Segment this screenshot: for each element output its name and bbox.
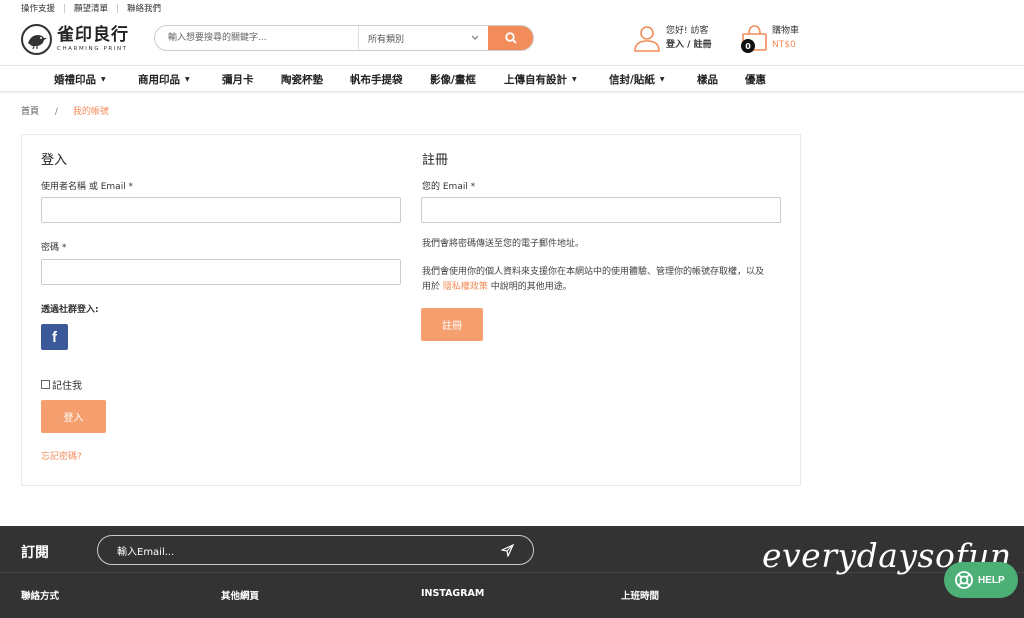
forgot-password-link[interactable]: 忘記密碼? bbox=[41, 449, 82, 462]
footer-hours: 上班時間 bbox=[621, 591, 660, 602]
site-header: 雀印良行 CHARMING PRINT 所有類別 您好! 訪客 登入 / 註冊 … bbox=[0, 16, 1024, 65]
username-label: 使用者名稱 或 Email * bbox=[41, 182, 134, 192]
greeting: 您好! 訪客 bbox=[666, 26, 709, 36]
top-utility-bar: 操作支援 願望清單 聯絡我們 bbox=[0, 0, 1024, 16]
nav-item-envelope-sticker[interactable]: 信封/貼紙 ▼ bbox=[609, 72, 664, 87]
subscribe-title: 訂閱 bbox=[21, 545, 49, 561]
privacy-policy-link[interactable]: 隱私權政策 bbox=[443, 282, 488, 292]
cart-text: 購物車 NT$0 bbox=[772, 24, 799, 52]
caret-down-icon: ▼ bbox=[101, 76, 106, 83]
nav-item-samples[interactable]: 樣品 bbox=[697, 72, 718, 87]
caret-down-icon: ▼ bbox=[572, 76, 577, 83]
main-nav: 婚禮印品 ▼ 商用印品 ▼ 彌月卡 陶瓷杯墊 帆布手提袋 影像/畫框 上傳自有設計 ▼… bbox=[0, 65, 1024, 92]
search-button[interactable] bbox=[488, 26, 533, 50]
register-email-input[interactable] bbox=[421, 197, 781, 223]
category-select[interactable]: 所有類別 bbox=[358, 26, 488, 50]
category-value: 所有類別 bbox=[368, 34, 405, 45]
remember-label: 記住我 bbox=[52, 381, 82, 392]
facebook-icon: f bbox=[52, 328, 57, 346]
wishlist-link[interactable]: 願望清單 bbox=[74, 2, 108, 14]
logo-main: 雀印良行 bbox=[57, 24, 129, 45]
contact-link[interactable]: 聯絡我們 bbox=[127, 2, 161, 14]
breadcrumb-separator: / bbox=[54, 107, 58, 117]
footer-other-pages: 其他網頁 bbox=[221, 591, 260, 602]
nav-item-frame[interactable]: 影像/畫框 bbox=[430, 72, 476, 87]
facebook-login-button[interactable]: f bbox=[41, 324, 68, 350]
password-note: 我們會將密碼傳送至您的電子郵件地址。 bbox=[422, 239, 585, 249]
account-area[interactable]: 您好! 訪客 登入 / 註冊 bbox=[633, 24, 712, 52]
register-email-label: 您的 Email * bbox=[422, 182, 476, 192]
remember-checkbox[interactable] bbox=[41, 380, 50, 389]
caret-down-icon: ▼ bbox=[659, 76, 665, 83]
breadcrumb-current: 我的帳號 bbox=[72, 107, 109, 117]
cart-count-badge: 0 bbox=[741, 39, 755, 53]
nav-item-baby-card[interactable]: 彌月卡 bbox=[222, 72, 254, 87]
account-panel: 登入 使用者名稱 或 Email * 密碼 * 透過社群登入: f 記住我 登入… bbox=[21, 134, 801, 486]
nav-item-wedding[interactable]: 婚禮印品 ▼ bbox=[54, 72, 106, 87]
sparrow-icon bbox=[21, 24, 52, 55]
nav-item-coaster[interactable]: 陶瓷杯墊 bbox=[281, 72, 323, 87]
subscribe-placeholder: 輸入Email... bbox=[117, 546, 175, 558]
site-logo[interactable]: 雀印良行 CHARMING PRINT bbox=[21, 24, 129, 55]
account-text: 您好! 訪客 登入 / 註冊 bbox=[666, 24, 712, 52]
subscribe-email-input[interactable]: 輸入Email... bbox=[97, 535, 534, 565]
nav-item-upload-design[interactable]: 上傳自有設計 ▼ bbox=[504, 72, 577, 87]
nav-item-tote-bag[interactable]: 帆布手提袋 bbox=[350, 72, 403, 87]
password-input[interactable] bbox=[41, 259, 401, 285]
logo-text: 雀印良行 CHARMING PRINT bbox=[57, 24, 129, 53]
login-button[interactable]: 登入 bbox=[41, 400, 106, 433]
logo-sub: CHARMING PRINT bbox=[57, 45, 128, 52]
password-label: 密碼 * bbox=[41, 243, 67, 253]
caret-down-icon: ▼ bbox=[185, 76, 190, 83]
login-register-link[interactable]: 登入 / 註冊 bbox=[666, 38, 712, 52]
divider bbox=[64, 3, 66, 13]
send-icon[interactable] bbox=[501, 544, 514, 557]
support-link[interactable]: 操作支援 bbox=[21, 2, 55, 14]
help-label: HELP bbox=[978, 574, 1005, 586]
breadcrumb-home[interactable]: 首頁 bbox=[21, 107, 39, 117]
cart-price: NT$0 bbox=[772, 40, 796, 50]
site-footer: 訂閱 輸入Email... 聯絡方式 其他網頁 INSTAGRAM 上班時間 e… bbox=[0, 526, 1024, 618]
chevron-down-icon bbox=[471, 35, 479, 40]
cart-area[interactable]: 0 購物車 NT$0 bbox=[741, 24, 799, 53]
breadcrumb: 首頁 / 我的帳號 bbox=[21, 104, 109, 117]
user-icon bbox=[634, 26, 660, 52]
cart-label: 購物車 bbox=[772, 26, 800, 36]
footer-contact: 聯絡方式 bbox=[21, 591, 60, 602]
privacy-text: 我們會使用你的個人資料來支援你在本網站中的使用體驗、管理你的帳號存取權，以及 用… bbox=[422, 267, 765, 292]
search-icon bbox=[504, 32, 517, 44]
nav-item-business[interactable]: 商用印品 ▼ bbox=[138, 72, 190, 87]
login-title: 登入 bbox=[41, 153, 68, 168]
search-input[interactable] bbox=[155, 26, 358, 50]
help-button[interactable]: HELP bbox=[944, 562, 1018, 598]
search-bar: 所有類別 bbox=[154, 25, 534, 51]
divider bbox=[117, 3, 119, 13]
nav-item-deals[interactable]: 優惠 bbox=[745, 72, 766, 87]
lifebuoy-icon bbox=[955, 571, 973, 589]
social-login-label: 透過社群登入: bbox=[41, 305, 99, 315]
remember-me[interactable]: 記住我 bbox=[41, 377, 82, 392]
register-title: 註冊 bbox=[422, 153, 449, 168]
username-input[interactable] bbox=[41, 197, 401, 223]
register-button[interactable]: 註冊 bbox=[421, 308, 483, 341]
footer-instagram: INSTAGRAM bbox=[421, 588, 485, 599]
